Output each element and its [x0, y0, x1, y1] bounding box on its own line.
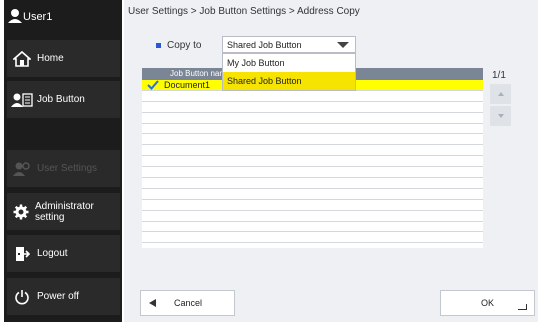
- table-row[interactable]: [142, 113, 483, 124]
- dropdown-option-my-job-button[interactable]: My Job Button: [223, 54, 355, 72]
- table-row[interactable]: [142, 211, 483, 222]
- main-panel: User Settings > Job Button Settings > Ad…: [124, 0, 538, 322]
- table-row[interactable]: [142, 178, 483, 189]
- sidebar-item-job-button[interactable]: Job Button: [7, 81, 120, 118]
- bullet-icon: [156, 43, 161, 48]
- user-header: User1: [7, 4, 120, 30]
- app-window: User1 Home Job Button User Settings Admi: [0, 0, 542, 322]
- sidebar-item-administrator-setting[interactable]: Administrator setting: [7, 193, 120, 230]
- cancel-label: Cancel: [174, 298, 203, 308]
- ok-button[interactable]: OK: [440, 290, 535, 316]
- table-row[interactable]: [142, 102, 483, 113]
- sidebar-item-user-settings[interactable]: User Settings: [7, 150, 120, 187]
- chevron-down-icon[interactable]: [337, 42, 349, 48]
- table-row[interactable]: [142, 124, 483, 135]
- sidebar: User1 Home Job Button User Settings Admi: [4, 0, 122, 322]
- sidebar-item-label: Job Button: [37, 94, 85, 105]
- copy-to-label-group: Copy to: [156, 40, 201, 51]
- sidebar-item-home[interactable]: Home: [7, 40, 120, 77]
- enter-icon: [518, 304, 527, 310]
- bottom-bar: Cancel OK: [124, 283, 538, 322]
- sidebar-item-label: User Settings: [37, 163, 98, 174]
- page-indicator: 1/1: [492, 70, 506, 81]
- table-row[interactable]: [142, 167, 483, 179]
- copy-to-dropdown: My Job Button Shared Job Button: [222, 53, 356, 91]
- user-settings-icon: [7, 161, 37, 177]
- gear-icon: [7, 204, 35, 220]
- sidebar-item-label: Power off: [37, 291, 80, 302]
- user-name: User1: [23, 11, 53, 23]
- power-icon: [7, 289, 37, 305]
- sidebar-item-power-off[interactable]: Power off: [7, 278, 120, 315]
- copy-to-selected-value: Shared Job Button: [227, 39, 302, 50]
- back-arrow-icon: [149, 299, 156, 307]
- table-row[interactable]: [142, 145, 483, 157]
- table-row[interactable]: [142, 189, 483, 200]
- table-row[interactable]: [142, 134, 483, 146]
- table-row[interactable]: [142, 156, 483, 168]
- cancel-button[interactable]: Cancel: [140, 290, 235, 316]
- job-button-icon: [7, 92, 37, 108]
- job-button-list: Job Button name Document1: [142, 68, 483, 248]
- row-label: Document1: [164, 79, 211, 90]
- logout-icon: [7, 246, 37, 262]
- sidebar-item-label: Administrator setting: [34, 200, 94, 223]
- table-row[interactable]: [142, 232, 483, 244]
- home-icon: [7, 50, 37, 68]
- scroll-down-button[interactable]: [490, 106, 511, 126]
- copy-to-select[interactable]: Shared Job Button: [222, 36, 356, 53]
- copy-to-label: Copy to: [167, 40, 202, 51]
- table-row[interactable]: [142, 200, 483, 211]
- table-row[interactable]: [142, 91, 483, 102]
- table-row[interactable]: [142, 222, 483, 233]
- check-icon: [142, 80, 164, 90]
- sidebar-item-logout[interactable]: Logout: [7, 235, 120, 272]
- ok-label: OK: [480, 298, 494, 308]
- dropdown-option-shared-job-button[interactable]: Shared Job Button: [223, 72, 355, 90]
- sidebar-item-label: Logout: [37, 248, 68, 259]
- scroll-up-button[interactable]: [490, 84, 511, 104]
- arrow-up-icon: [497, 92, 504, 96]
- user-icon: [7, 8, 23, 27]
- breadcrumb: User Settings > Job Button Settings > Ad…: [128, 6, 360, 17]
- sidebar-item-label: Home: [37, 53, 64, 64]
- arrow-down-icon: [497, 114, 504, 118]
